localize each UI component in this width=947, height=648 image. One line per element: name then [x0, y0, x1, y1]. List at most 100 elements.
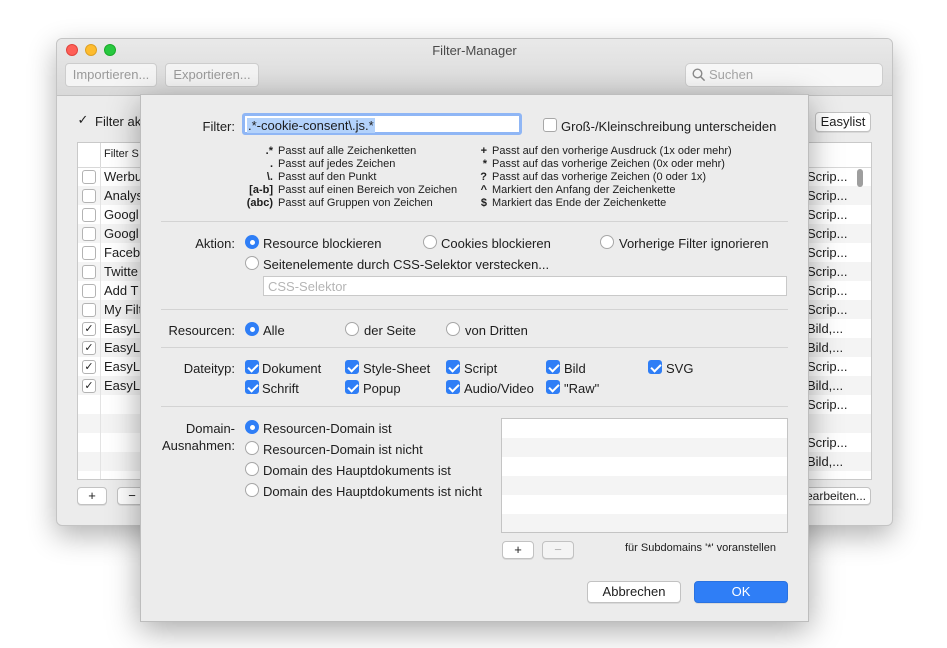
edit-filter-sheet: Filter: .*-cookie-consent\.js.* Groß-/Kl… — [140, 94, 809, 622]
filetype-popup-checkbox[interactable] — [345, 380, 359, 394]
filetype-raw-label: "Raw" — [564, 381, 600, 396]
row-enabled-checkbox[interactable] — [82, 227, 96, 241]
row-type: Scrip... — [807, 435, 848, 450]
filetype-script-label: Script — [464, 361, 498, 376]
regex-symbol: + — [480, 145, 487, 157]
row-type: Bild,... — [807, 340, 844, 355]
regex-description: Passt auf einen Bereich von Zeichen — [278, 184, 458, 196]
row-enabled-checkbox[interactable] — [82, 246, 96, 260]
search-icon — [692, 68, 706, 82]
filter-active-checkbox[interactable]: ✓ — [77, 113, 89, 126]
row-enabled-checkbox[interactable]: ✓ — [82, 379, 96, 393]
easylist-button[interactable]: Easylist — [815, 112, 871, 132]
filetype-stylesheet-checkbox[interactable] — [345, 360, 359, 374]
filetype-audio-video-label: Audio/Video — [464, 381, 534, 396]
row-enabled-checkbox[interactable] — [82, 284, 96, 298]
regex-description: Passt auf jedes Zeichen — [278, 158, 396, 170]
regex-symbol: ? — [480, 171, 487, 183]
resources-label: Resourcen: — [168, 323, 235, 338]
add-domain-button[interactable]: + — [502, 541, 534, 559]
action-ignore-filters-label: Vorherige Filter ignorieren — [619, 236, 769, 251]
action-block-resource-radio[interactable] — [245, 235, 259, 249]
separator — [161, 221, 788, 222]
resources-same-page-radio[interactable] — [345, 322, 359, 336]
row-enabled-checkbox[interactable] — [82, 303, 96, 317]
filetype-audio-video-checkbox[interactable] — [446, 380, 460, 394]
case-sensitive-label: Groß-/Kleinschreibung unterscheiden — [561, 119, 777, 134]
domain-resource-is-not-radio[interactable] — [245, 441, 259, 455]
resources-all-radio[interactable] — [245, 322, 259, 336]
row-type: Scrip... — [807, 302, 848, 317]
row-type: Scrip... — [807, 264, 848, 279]
row-enabled-checkbox[interactable]: ✓ — [82, 341, 96, 355]
case-sensitive-checkbox[interactable] — [543, 118, 557, 132]
import-button[interactable]: Importieren... — [65, 63, 157, 87]
resources-third-party-radio[interactable] — [446, 322, 460, 336]
row-enabled-checkbox[interactable] — [82, 265, 96, 279]
resources-third-party-label: von Dritten — [465, 323, 528, 338]
css-selector-placeholder: CSS-Selektor — [268, 279, 347, 294]
cancel-button[interactable]: Abbrechen — [587, 581, 681, 603]
filetype-font-checkbox[interactable] — [245, 380, 259, 394]
row-type: Bild,... — [807, 321, 844, 336]
domain-main-is-not-radio[interactable] — [245, 483, 259, 497]
action-block-cookies-label: Cookies blockieren — [441, 236, 551, 251]
regex-description: Markiert das Ende der Zeichenkette — [492, 197, 667, 209]
row-name: Analys — [104, 188, 144, 203]
row-name: EasyLi — [104, 359, 144, 374]
filetype-script-checkbox[interactable] — [446, 360, 460, 374]
ok-button[interactable]: OK — [694, 581, 788, 603]
row-enabled-checkbox[interactable] — [82, 170, 96, 184]
row-name: Googl — [104, 207, 139, 222]
regex-description: Passt auf das vorherige Zeichen (0 oder … — [492, 171, 707, 183]
search-field[interactable]: Suchen — [685, 63, 883, 87]
remove-domain-button[interactable]: − — [542, 541, 574, 559]
regex-description: Passt auf den Punkt — [278, 171, 377, 183]
row-type: Scrip... — [807, 169, 848, 184]
domain-main-is-radio[interactable] — [245, 462, 259, 476]
export-button[interactable]: Exportieren... — [165, 63, 259, 87]
row-name: Googl — [104, 226, 139, 241]
row-enabled-checkbox[interactable]: ✓ — [82, 360, 96, 374]
row-name: Twitte — [104, 264, 138, 279]
action-block-cookies-radio[interactable] — [423, 235, 437, 249]
regex-description: Markiert den Anfang der Zeichenkette — [492, 184, 676, 196]
regex-description: Passt auf das vorherige Zeichen (0x oder… — [492, 158, 725, 170]
column-header-name[interactable]: Filter S — [104, 148, 139, 160]
domain-resource-is-not-label: Resourcen-Domain ist nicht — [263, 442, 423, 457]
add-filter-button[interactable]: + — [77, 487, 107, 505]
separator — [161, 406, 788, 407]
filetype-popup-label: Popup — [363, 381, 401, 396]
domain-list[interactable] — [501, 418, 788, 533]
domain-resource-is-radio[interactable] — [245, 420, 259, 434]
row-enabled-checkbox[interactable] — [82, 189, 96, 203]
row-type: Scrip... — [807, 188, 848, 203]
filetype-raw-checkbox[interactable] — [546, 380, 560, 394]
regex-symbol: .* — [265, 145, 273, 157]
regex-symbol: \. — [266, 171, 273, 183]
regex-symbol: [a-b] — [249, 184, 273, 196]
filetype-font-label: Schrift — [262, 381, 299, 396]
filter-active-label: Filter ak — [95, 114, 142, 129]
row-name: Werbu — [104, 169, 143, 184]
row-enabled-checkbox[interactable]: ✓ — [82, 322, 96, 336]
filetype-document-checkbox[interactable] — [245, 360, 259, 374]
filter-input[interactable]: .*-cookie-consent\.js.* — [242, 113, 522, 135]
action-label: Aktion: — [195, 236, 235, 251]
table-scrollbar[interactable] — [857, 169, 863, 187]
regex-symbol: * — [482, 158, 487, 170]
row-enabled-checkbox[interactable] — [82, 208, 96, 222]
domain-resource-is-label: Resourcen-Domain ist — [263, 421, 392, 436]
filetype-image-checkbox[interactable] — [546, 360, 560, 374]
filetype-label: Dateityp: — [183, 361, 235, 376]
edit-filter-button[interactable]: earbeiten... — [801, 487, 871, 505]
separator — [161, 347, 788, 348]
action-hide-elements-radio[interactable] — [245, 256, 259, 270]
action-ignore-filters-radio[interactable] — [600, 235, 614, 249]
domain-exceptions-label-1: Domain- — [185, 421, 235, 436]
filetype-stylesheet-label: Style-Sheet — [363, 361, 431, 376]
row-name: EasyLi — [104, 340, 144, 355]
css-selector-input[interactable]: CSS-Selektor — [263, 276, 787, 296]
separator — [161, 309, 788, 310]
filetype-svg-checkbox[interactable] — [648, 360, 662, 374]
